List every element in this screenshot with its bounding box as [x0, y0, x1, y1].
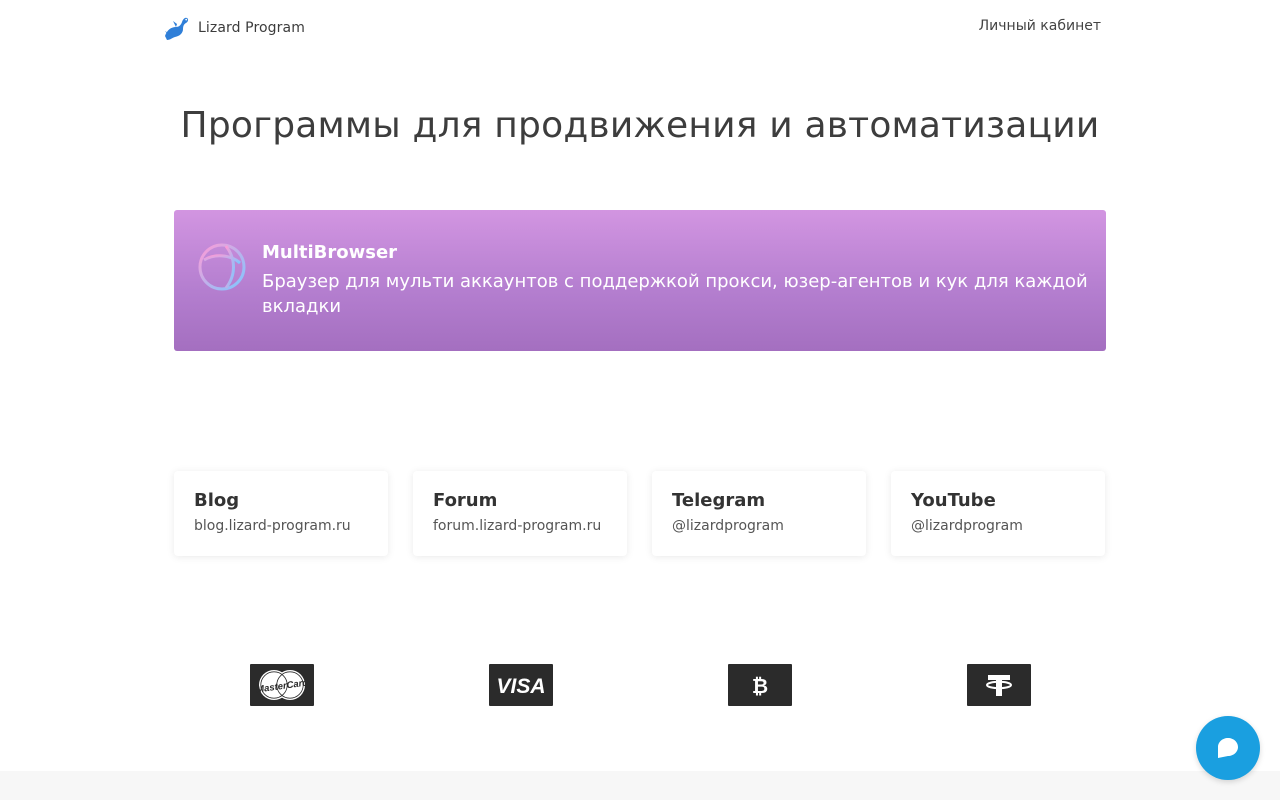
tether-icon	[967, 664, 1031, 706]
link-card-title: Forum	[433, 490, 498, 511]
link-card-title: Blog	[194, 490, 240, 511]
chat-bubble-icon	[1218, 738, 1238, 758]
footer	[0, 771, 1280, 800]
link-card-handle: @lizardprogram	[911, 518, 1023, 534]
brand-link[interactable]: Lizard Program	[161, 14, 305, 42]
link-card-url: blog.lizard-program.ru	[194, 518, 351, 534]
svg-text:₿: ₿	[752, 674, 768, 698]
product-description: Браузер для мульти аккаунтов с поддержко…	[262, 271, 1088, 317]
page-title: Программы для продвижения и автоматизаци…	[180, 105, 1100, 146]
product-name: MultiBrowser	[262, 242, 398, 263]
link-card-blog[interactable]: Blog blog.lizard-program.ru	[174, 471, 388, 556]
browser-ball-icon	[198, 243, 246, 291]
chat-button[interactable]	[1196, 716, 1260, 780]
bitcoin-icon: ₿	[728, 664, 792, 706]
svg-text:VISA: VISA	[496, 675, 545, 698]
lizard-logo-icon	[165, 17, 189, 40]
link-card-handle: @lizardprogram	[672, 518, 784, 534]
brand-name: Lizard Program	[198, 20, 305, 36]
link-card-forum[interactable]: Forum forum.lizard-program.ru	[413, 471, 627, 556]
visa-icon: VISA	[489, 664, 553, 706]
link-card-youtube[interactable]: YouTube @lizardprogram	[891, 471, 1105, 556]
link-card-title: YouTube	[911, 490, 996, 511]
link-card-url: forum.lizard-program.ru	[433, 518, 602, 534]
account-link[interactable]: Личный кабинет	[979, 18, 1101, 34]
link-card-telegram[interactable]: Telegram @lizardprogram	[652, 471, 866, 556]
site-header: Lizard Program Личный кабинет	[0, 0, 1280, 56]
link-card-title: Telegram	[672, 490, 766, 511]
mastercard-icon: MasterCard	[250, 664, 314, 706]
